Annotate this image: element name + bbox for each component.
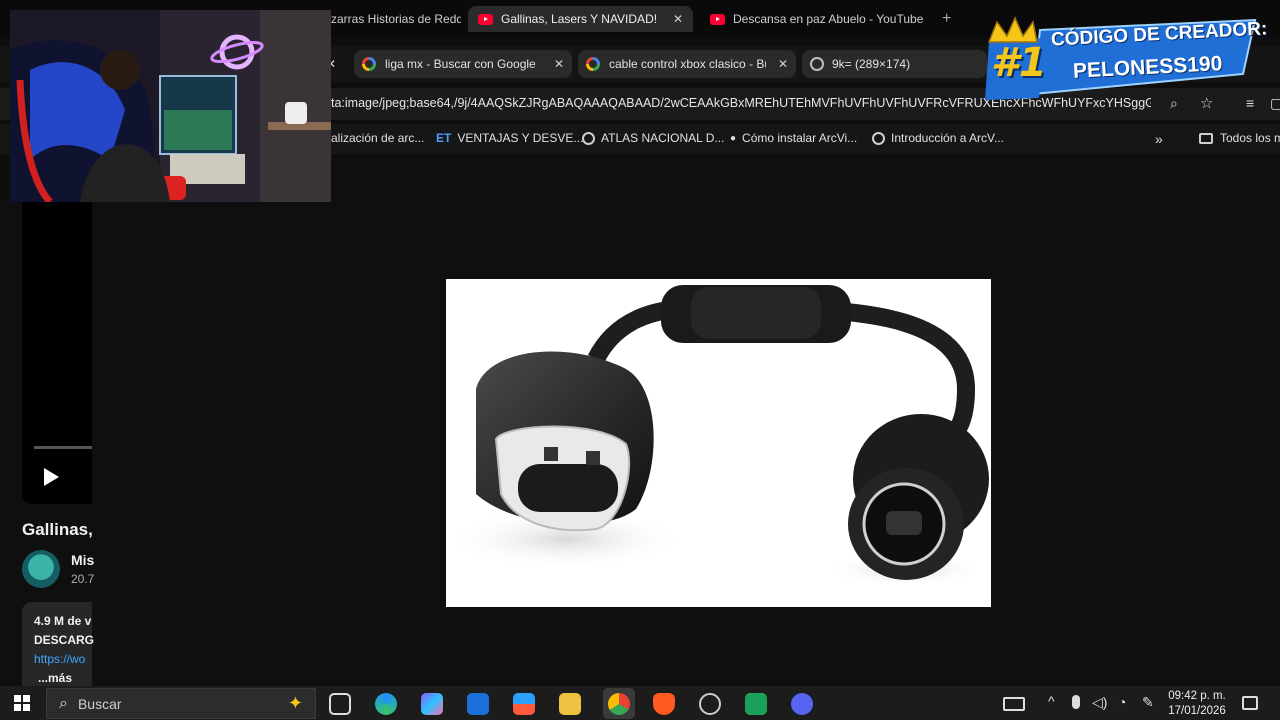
close-icon[interactable]: ✕ (673, 12, 683, 26)
bookmark-label: VENTAJAS Y DESVE... (457, 131, 584, 145)
bookmark-label: alización de arc... (331, 131, 425, 145)
globe-icon (872, 131, 885, 145)
close-icon[interactable]: ✕ (554, 57, 564, 71)
mail-icon[interactable] (467, 693, 489, 715)
tab-gallinas-active[interactable]: Gallinas, Lasers Y NAVIDAD! | BA ✕ (468, 6, 693, 32)
task-view-icon[interactable] (329, 693, 351, 715)
et-icon: ET (436, 131, 452, 145)
copilot-sparkle-icon: ✦ (287, 693, 303, 713)
tab-label: Descansa en paz Abuelo - YouTube (733, 12, 924, 26)
news-widget-icon[interactable] (1003, 697, 1025, 711)
obs-icon[interactable] (699, 693, 721, 715)
extensions-icon[interactable]: ▢ (1270, 95, 1280, 112)
tab-label: 9k= (289×174) (832, 57, 911, 71)
xbox-cable-image[interactable] (446, 279, 991, 607)
taskbar-search-box[interactable]: ⌕ Buscar ✦ (46, 688, 316, 719)
description-link[interactable]: https://wo (34, 652, 85, 666)
creator-code-banner: #1 CÓDIGO DE CREADOR: PELONESS190 (985, 12, 1268, 104)
google-icon (362, 57, 376, 71)
tab-cable-control-xbox[interactable]: cable control xbox clasico - Bus ✕ (578, 50, 796, 78)
wifi-icon[interactable]: ◔ (1118, 694, 1126, 710)
bookmark-label: Cómo instalar ArcVi... (742, 131, 858, 145)
brave-icon[interactable] (653, 693, 675, 715)
folder-icon (1199, 132, 1213, 144)
chevron-up-icon[interactable]: ^ (1048, 693, 1055, 709)
webcam-overlay (10, 10, 331, 202)
tab-label: cable control xbox clasico - Bus (609, 57, 766, 71)
folder-icon[interactable] (559, 693, 581, 715)
channel-name[interactable]: Mis (71, 552, 94, 568)
bookmark-item[interactable]: ATLAS NACIONAL D... (582, 131, 724, 145)
webcam-scene (10, 10, 331, 202)
bookmark-item[interactable]: ● Cómo instalar ArcVi... (730, 131, 857, 145)
globe-icon (810, 57, 824, 71)
store-icon[interactable] (513, 693, 535, 715)
tab-liga-mx[interactable]: liga mx - Buscar con Google ✕ (354, 50, 572, 78)
view-count: 4.9 M de v (34, 614, 92, 628)
chrome-icon[interactable] (608, 693, 630, 715)
copilot-icon[interactable] (421, 693, 443, 715)
youtube-icon (478, 13, 493, 25)
search-icon: ⌕ (59, 694, 68, 712)
bookmark-label: Todos los m (1220, 131, 1280, 145)
tab-label: zarras Historias de Reddit (331, 12, 461, 26)
close-icon[interactable]: ✕ (778, 57, 788, 71)
clock-time: 09:42 p. m. (1168, 690, 1226, 702)
tab-reddit-stories[interactable]: zarras Historias de Reddit (321, 6, 461, 32)
microphone-icon[interactable] (1072, 695, 1080, 709)
search-placeholder: Buscar (77, 695, 122, 712)
more-link[interactable]: ...más (38, 671, 72, 685)
subscriber-count: 20.7 (71, 572, 95, 586)
dot-icon: ● (730, 132, 737, 144)
pen-icon[interactable]: ✎ (1142, 694, 1154, 711)
new-tab-button[interactable]: + (932, 6, 958, 32)
volume-icon[interactable]: ◁) (1092, 694, 1107, 711)
channel-avatar[interactable] (22, 550, 60, 588)
bookmark-item[interactable]: ET VENTAJAS Y DESVE... (436, 131, 583, 145)
video-player[interactable] (22, 202, 92, 504)
taskbar-clock[interactable]: 09:42 p. m. 17/01/2026 (1166, 689, 1228, 719)
tab-image-9k[interactable]: 9k= (289×174) (802, 50, 987, 78)
tab-label: Gallinas, Lasers Y NAVIDAD! | BA (501, 12, 661, 26)
play-icon[interactable] (44, 468, 59, 486)
tab-descansa-abuelo[interactable]: Descansa en paz Abuelo - YouTube (700, 6, 930, 32)
bookmark-folder[interactable]: Todos los m (1199, 131, 1280, 145)
app-icon[interactable] (745, 693, 767, 715)
youtube-icon (710, 13, 725, 25)
description-text: DESCARG (34, 633, 95, 647)
discord-icon[interactable] (791, 693, 813, 715)
clock-date: 17/01/2026 (1168, 705, 1226, 717)
progress-bar[interactable] (34, 446, 92, 449)
bookmark-item[interactable]: alización de arc... (331, 131, 424, 145)
bookmark-item[interactable]: Introducción a ArcV... (872, 131, 1004, 145)
bookmark-label: Introducción a ArcV... (891, 131, 1004, 145)
creator-rank: #1 (991, 40, 1047, 86)
notifications-icon[interactable] (1242, 696, 1258, 710)
windows-start-icon[interactable] (14, 695, 30, 711)
google-icon (586, 57, 600, 71)
edge-icon[interactable] (375, 693, 397, 715)
overflow-icon: » (1155, 131, 1163, 147)
tab-label: liga mx - Buscar con Google (385, 57, 536, 71)
bookmark-label: ATLAS NACIONAL D... (601, 131, 725, 145)
globe-icon (582, 131, 595, 145)
bookmarks-overflow-button[interactable]: » (1155, 131, 1163, 147)
video-title: Gallinas, (22, 520, 93, 539)
xbox-cable-illustration (446, 285, 989, 587)
